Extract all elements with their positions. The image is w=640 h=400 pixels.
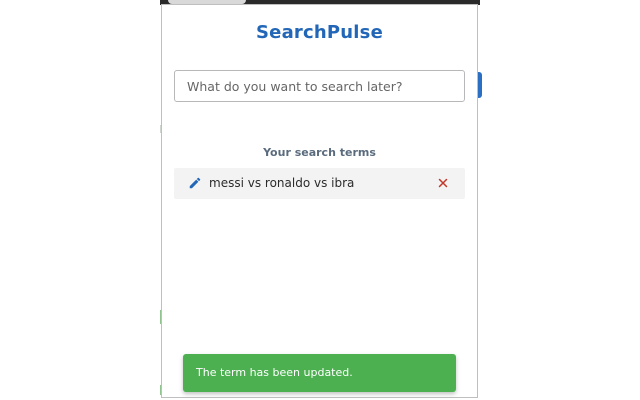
list-item: messi vs ronaldo vs ibra <box>174 168 465 199</box>
extension-popup: SearchPulse Your search terms messi vs r… <box>161 4 478 398</box>
search-terms-heading: Your search terms <box>263 146 376 159</box>
search-input[interactable] <box>174 70 465 102</box>
app-title: SearchPulse <box>256 22 383 43</box>
close-icon[interactable] <box>436 176 450 190</box>
pencil-icon[interactable] <box>188 176 202 190</box>
search-term-text[interactable]: messi vs ronaldo vs ibra <box>209 176 354 190</box>
toast-notification: The term has been updated. <box>183 354 456 392</box>
toast-message: The term has been updated. <box>196 366 353 379</box>
